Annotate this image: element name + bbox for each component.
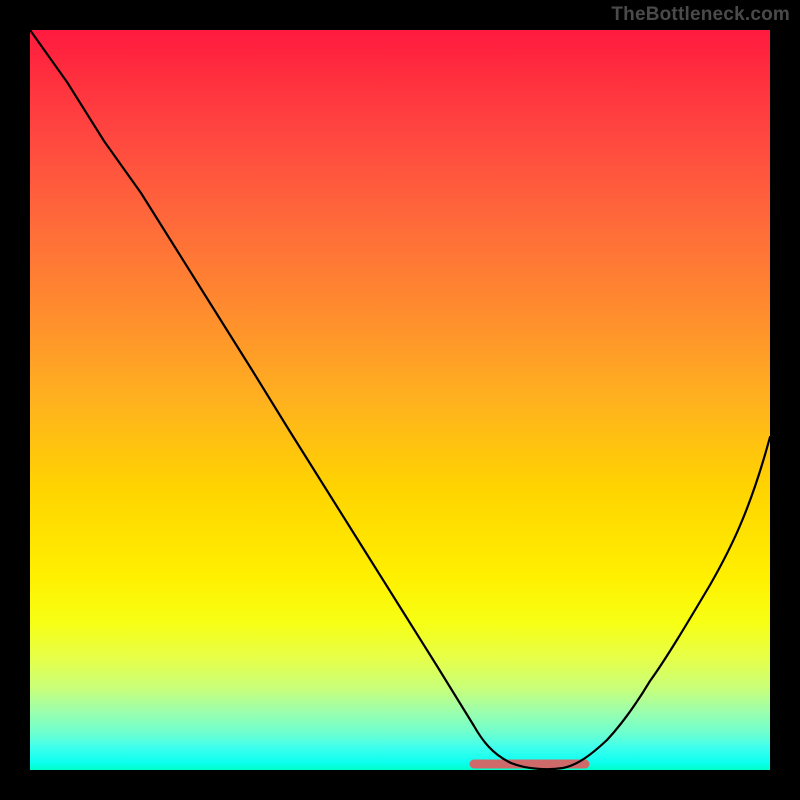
chart-frame: TheBottleneck.com — [0, 0, 800, 800]
plot-area — [30, 30, 770, 770]
chart-svg — [30, 30, 770, 770]
watermark-text: TheBottleneck.com — [611, 4, 790, 26]
bottleneck-curve — [30, 30, 770, 769]
